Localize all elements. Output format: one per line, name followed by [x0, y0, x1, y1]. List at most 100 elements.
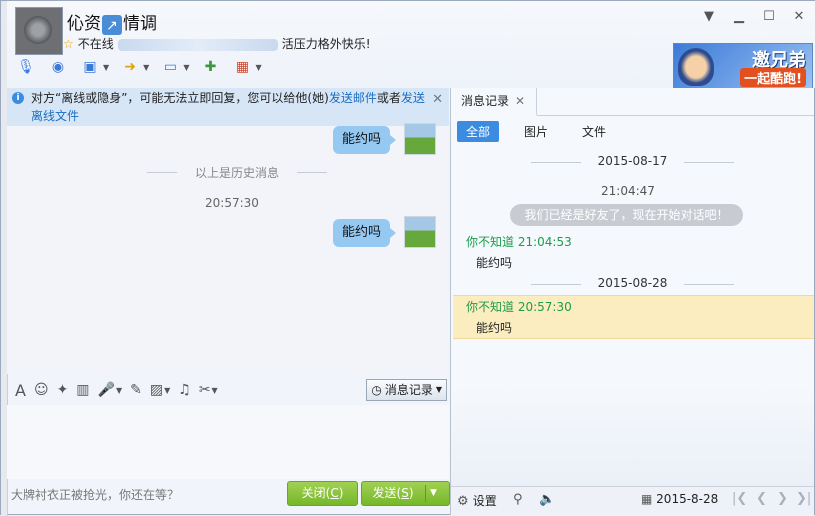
tab-message-record[interactable]: 消息记录 ✕: [451, 88, 537, 115]
webcam-icon: ◉: [51, 59, 65, 75]
chevron-down-icon[interactable]: ▼: [183, 63, 189, 72]
notice-text: 对方“离线或隐身”，可能无法立即回复，您可以给他(她)发送邮件或者发送离线文件: [31, 89, 431, 125]
star-icon: ☆: [63, 37, 74, 51]
close-tab-icon[interactable]: ✕: [515, 94, 525, 108]
close-button[interactable]: 关闭(C): [287, 481, 358, 506]
chat-area[interactable]: 能约吗 以上是历史消息 20:57:30 能约吗: [7, 123, 449, 374]
status-suffix: 活压力格外快乐!: [281, 37, 371, 51]
send-label-text: 发送: [372, 486, 397, 500]
input-toolbar: A ☺ ✦ ▥ 🎤 ▼ ✎ ▨ ▼ ♫ ✂ ▼ ◷ 消息记录 ▼: [7, 376, 449, 404]
emoji-icon[interactable]: ☺: [34, 382, 49, 398]
record-message[interactable]: 能约吗: [476, 319, 512, 336]
banner-character-image: [678, 48, 714, 86]
send-button-label: 发送(S): [372, 486, 414, 500]
add-chat-icon: ✚: [204, 59, 217, 75]
sender-name: 你不知道: [466, 300, 515, 314]
settings-label: 设置: [472, 494, 497, 508]
send-divider: [425, 485, 426, 502]
speaker-icon[interactable]: 🔈: [539, 492, 555, 507]
magic-icon[interactable]: ✦: [57, 382, 69, 398]
next-page-icon[interactable]: ❯: [777, 491, 788, 506]
apps-button[interactable]: ▦ ▼: [231, 56, 262, 78]
apps-grid-icon: ▦: [235, 59, 250, 75]
close-shortcut-key: C: [330, 486, 339, 500]
remote-desktop-button[interactable]: ▣ ▼: [79, 56, 109, 78]
filter-files[interactable]: 文件: [573, 121, 615, 142]
video-call-button[interactable]: ◉: [47, 56, 69, 78]
status-prefix: 不在线: [77, 37, 114, 51]
contact-signature: ☆ 不在线 活压力格外快乐!: [63, 35, 371, 52]
notice-message: 对方“离线或隐身”，可能无法立即回复，您可以给他(她): [31, 91, 329, 105]
chevron-down-icon[interactable]: ▼: [255, 63, 261, 72]
video-clip-icon[interactable]: ▥: [76, 382, 89, 398]
share-arrow-icon: ↗: [102, 14, 122, 35]
window-controls: ▼ ▁ ☐ ✕: [701, 9, 807, 25]
filter-images[interactable]: 图片: [515, 121, 557, 142]
chevron-down-icon[interactable]: ▼: [212, 386, 218, 395]
voice-message-icon[interactable]: 🎤 ▼: [98, 382, 123, 398]
microphone-icon: 🎙: [17, 59, 35, 75]
scissors-icon[interactable]: ✂ ▼: [199, 382, 218, 398]
message-input[interactable]: [7, 405, 449, 479]
record-sender: 你不知道 21:04:53: [466, 233, 572, 250]
filter-all[interactable]: 全部: [457, 121, 500, 142]
screen-share-button[interactable]: ▭ ▼: [159, 56, 190, 78]
minimize-icon[interactable]: ▁: [731, 9, 747, 25]
date-divider: 2015-08-28: [451, 276, 814, 290]
send-file-button[interactable]: ➜ ▼: [119, 56, 149, 78]
tab-label: 消息记录: [461, 94, 510, 108]
avatar[interactable]: [404, 216, 436, 248]
message-history-button[interactable]: ◷ 消息记录 ▼: [366, 379, 447, 401]
avatar[interactable]: [404, 123, 436, 155]
message-bubble[interactable]: 能约吗: [332, 126, 397, 154]
sender-name: 你不知道: [466, 235, 515, 249]
chevron-down-icon: ▼: [435, 385, 442, 394]
offline-notice: i 对方“离线或隐身”，可能无法立即回复，您可以给他(她)发送邮件或者发送离线文…: [7, 88, 449, 127]
first-page-icon[interactable]: |❮: [732, 491, 747, 506]
call-toolbar: 🎙 ◉ ▣ ▼ ➜ ▼ ▭ ▼ ✚ ▦ ▼: [15, 56, 262, 78]
chevron-down-icon[interactable]: ▼: [143, 63, 149, 72]
record-sender: 你不知道 20:57:30: [466, 298, 572, 315]
last-page-icon[interactable]: ❯|: [796, 491, 811, 506]
send-shortcut-key: S: [401, 486, 409, 500]
record-time: 21:04:47: [601, 184, 655, 198]
chevron-down-icon[interactable]: ▼: [103, 63, 109, 72]
date-picker[interactable]: ▦ 2015-8-28: [641, 492, 718, 506]
search-icon[interactable]: ⚲: [513, 492, 523, 507]
header: 伈资 ↗ 情调 ☆ 不在线 活压力格外快乐! ▼ ▁ ☐ ✕ 🎙 ◉ ▣ ▼ ➜ ▼ ▭ ▼ …: [7, 1, 815, 89]
contact-avatar[interactable]: [15, 7, 63, 55]
monitor-icon: ▣: [83, 59, 97, 75]
send-email-link[interactable]: 发送邮件: [329, 91, 377, 105]
voice-call-button[interactable]: 🎙: [15, 56, 37, 78]
record-message[interactable]: 能约吗: [476, 254, 512, 271]
message-bubble[interactable]: 能约吗: [332, 219, 397, 247]
close-button-label: 关闭: [301, 486, 326, 500]
message-time: 20:57:30: [205, 196, 259, 210]
nickname-suffix: 情调: [123, 14, 157, 33]
dropdown-icon[interactable]: ▼: [701, 9, 717, 25]
ad-text-link[interactable]: 大牌衬衣正被抢光，你还在等？: [11, 486, 179, 503]
font-icon[interactable]: A: [15, 381, 26, 400]
maximize-icon[interactable]: ☐: [761, 9, 777, 25]
edit-icon[interactable]: ✎: [130, 382, 142, 398]
current-date: 2015-8-28: [656, 492, 719, 506]
prev-page-icon[interactable]: ❮: [756, 491, 767, 506]
chevron-down-icon[interactable]: ▼: [116, 386, 122, 395]
clock-icon: ◷: [371, 383, 382, 397]
close-notice-icon[interactable]: ✕: [432, 91, 443, 109]
calendar-icon: ▦: [641, 492, 653, 506]
history-button-label: 消息记录: [384, 383, 433, 397]
create-group-button[interactable]: ✚: [199, 56, 221, 78]
date-divider: 2015-08-17: [451, 154, 814, 168]
promo-banner[interactable]: 邀兄弟 一起酷跑!: [673, 43, 813, 89]
image-icon[interactable]: ▨ ▼: [150, 382, 170, 398]
chevron-down-icon[interactable]: ▼: [164, 386, 170, 395]
music-icon[interactable]: ♫: [178, 382, 191, 398]
send-options-chevron-icon[interactable]: ▼: [430, 482, 437, 505]
send-button[interactable]: 发送(S) ▼: [361, 481, 450, 506]
settings-button[interactable]: ⚙ 设置: [457, 492, 497, 509]
info-icon: i: [12, 92, 24, 104]
chat-window: 伈资 ↗ 情调 ☆ 不在线 活压力格外快乐! ▼ ▁ ☐ ✕ 🎙 ◉ ▣ ▼ ➜ ▼ ▭ ▼ …: [0, 0, 815, 516]
nickname-prefix: 伈资: [67, 14, 101, 33]
close-icon[interactable]: ✕: [791, 9, 807, 25]
